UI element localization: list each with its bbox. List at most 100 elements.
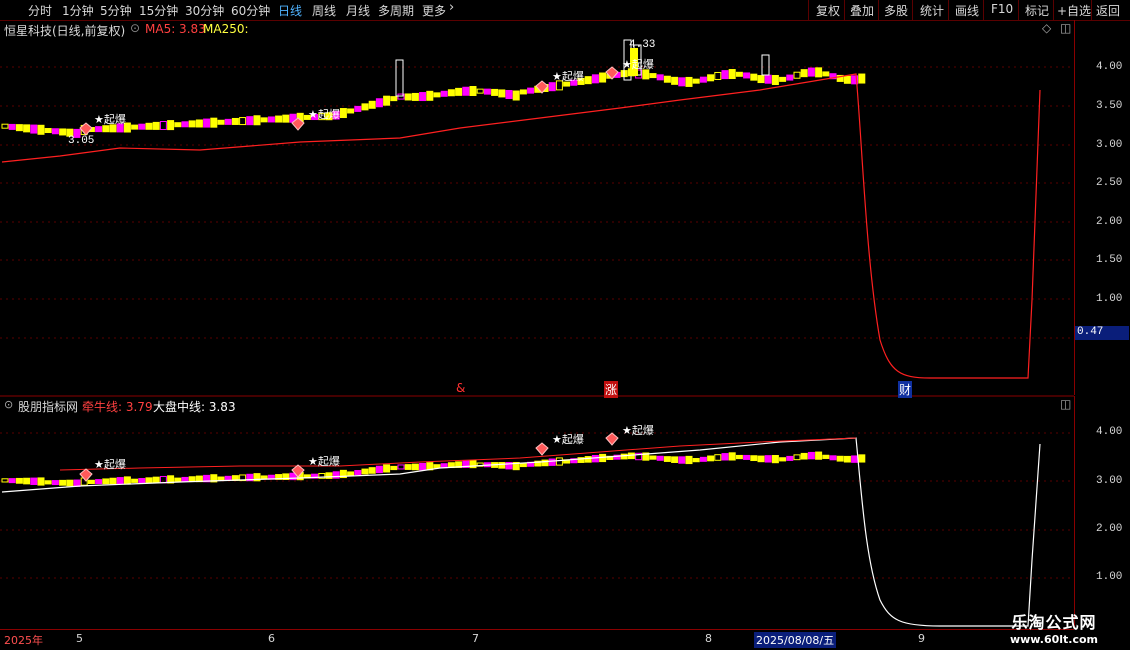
- candle: [196, 120, 202, 127]
- indicator-candle: [758, 456, 764, 462]
- indicator-candle: [420, 463, 426, 469]
- indicator-candle: [736, 455, 742, 458]
- indicator-candle: [744, 455, 750, 459]
- candle: [715, 72, 721, 79]
- back-button[interactable]: 返回: [1096, 2, 1120, 19]
- y-tick: 4.00: [1096, 426, 1122, 438]
- signal-diamond-icon: [606, 433, 618, 445]
- candle: [657, 75, 663, 80]
- y-tick: 4.00: [1096, 61, 1122, 73]
- indicator-candle: [772, 455, 778, 462]
- y-tick: 1.00: [1096, 571, 1122, 583]
- indicator-candle: [355, 471, 361, 475]
- indicator-candle: [852, 456, 858, 462]
- candle: [384, 96, 390, 105]
- event-marker[interactable]: 财: [898, 381, 912, 398]
- candle: [420, 93, 426, 101]
- indicator-candle: [859, 455, 865, 462]
- candle: [146, 123, 152, 129]
- candle: [477, 89, 483, 93]
- indicator-candle: [110, 478, 116, 484]
- y-tick: 2.50: [1096, 177, 1122, 189]
- date-label: 8: [705, 632, 712, 645]
- candle: [376, 99, 382, 107]
- indicator-candle: [60, 480, 66, 485]
- candle: [103, 126, 109, 132]
- candle: [182, 122, 188, 127]
- candle: [96, 127, 102, 132]
- indicator-candle: [715, 455, 721, 461]
- candle: [24, 125, 30, 132]
- y-tick: 3.00: [1096, 139, 1122, 151]
- candle: [823, 72, 829, 76]
- toolbar-divider: [1091, 0, 1092, 20]
- high-price-marker: 4.33: [629, 39, 655, 51]
- current-value-badge: 0.47: [1075, 326, 1129, 340]
- candle: [844, 76, 850, 83]
- signal-label: ★起爆: [552, 69, 584, 83]
- indicator-candle: [585, 457, 591, 463]
- indicator-candle: [823, 455, 829, 458]
- indicator-candle: [837, 456, 843, 461]
- candle: [441, 91, 447, 96]
- indicator-candle: [182, 477, 188, 481]
- event-marker[interactable]: &: [456, 381, 465, 395]
- candle: [700, 77, 706, 82]
- indicator-candle: [657, 456, 663, 460]
- indicator-candle: [362, 469, 368, 474]
- candle: [261, 118, 267, 122]
- indicator-candle: [672, 457, 678, 463]
- kline-chart[interactable]: ★起爆★起爆★起爆★起爆★起爆★起爆★起爆★起爆: [0, 0, 1074, 630]
- indicator-candle: [556, 458, 562, 465]
- indicator-candle: [9, 479, 15, 483]
- candle: [434, 93, 440, 97]
- candle: [204, 119, 210, 127]
- candle: [484, 89, 490, 94]
- watermark-url: www.60lt.com: [993, 633, 1115, 646]
- candle: [816, 68, 822, 77]
- candle: [679, 78, 685, 86]
- indicator-candle: [808, 452, 814, 458]
- date-label: 5: [76, 632, 83, 645]
- indicator-candle: [549, 459, 555, 465]
- signal-diamond-icon: [80, 469, 92, 481]
- signal-label: ★起爆: [308, 454, 340, 468]
- candle: [276, 116, 282, 122]
- candle: [60, 129, 66, 135]
- candle: [268, 117, 274, 122]
- event-marker[interactable]: 涨: [604, 381, 618, 398]
- date-label: 6: [268, 632, 275, 645]
- candle: [859, 74, 865, 83]
- candle: [38, 125, 44, 134]
- indicator-candle: [45, 481, 51, 484]
- y-tick: 1.00: [1096, 293, 1122, 305]
- indicator-candle: [434, 465, 440, 468]
- candle: [168, 121, 174, 130]
- indicator-candle: [384, 465, 390, 472]
- indicator-candle: [38, 478, 44, 485]
- indicator-candle: [700, 457, 706, 461]
- candle: [643, 70, 649, 79]
- signal-label: ★起爆: [622, 423, 654, 437]
- indicator-candle: [751, 456, 757, 461]
- indicator-candle: [708, 456, 714, 461]
- candle: [762, 55, 769, 75]
- low-price-marker: 3.05: [68, 135, 94, 147]
- candle: [708, 75, 714, 81]
- candle: [175, 123, 181, 127]
- indicator-candle: [499, 463, 505, 469]
- candle: [225, 119, 231, 124]
- indicator-candle: [160, 476, 166, 482]
- indicator-candle: [16, 478, 22, 483]
- candle: [240, 118, 246, 125]
- indicator-candle: [31, 478, 37, 484]
- candle: [744, 73, 750, 78]
- indicator-candle: [412, 464, 418, 470]
- candle: [729, 70, 735, 79]
- candle: [232, 118, 238, 124]
- candle: [348, 109, 354, 113]
- candle: [396, 60, 403, 96]
- indicator-candle: [621, 454, 627, 459]
- candle: [585, 77, 591, 84]
- candle: [31, 125, 37, 133]
